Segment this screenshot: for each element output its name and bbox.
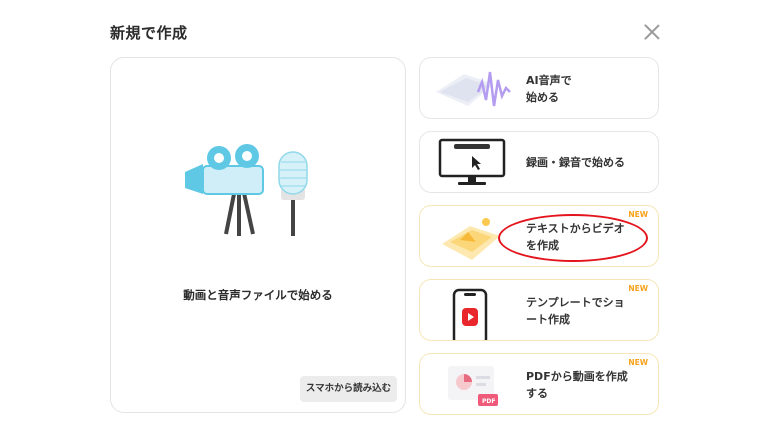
option-shorts-template-label: テンプレートでショ ート作成 xyxy=(526,296,625,326)
dialog-title: 新規で作成 xyxy=(110,24,188,42)
ai-voice-icon xyxy=(434,62,518,120)
option-pdf-to-video[interactable]: PDF PDFから動画を作成 する NEW xyxy=(419,353,659,415)
close-icon[interactable] xyxy=(642,22,662,42)
option-pdf-to-video-label: PDFから動画を作成 する xyxy=(526,370,628,400)
option-ai-voice[interactable]: AI音声で 始める xyxy=(419,57,659,119)
camera-microphone-illustration xyxy=(181,144,341,248)
new-badge: NEW xyxy=(628,358,648,367)
screen-record-icon xyxy=(434,136,518,194)
new-badge: NEW xyxy=(628,284,648,293)
video-audio-card[interactable]: 動画と音声ファイルで始める スマホから読み込む xyxy=(110,57,406,413)
import-from-phone-button[interactable]: スマホから読み込む xyxy=(300,376,397,402)
option-screen-record[interactable]: 録画・録音で始める xyxy=(419,131,659,193)
option-shorts-template[interactable]: テンプレートでショ ート作成 NEW xyxy=(419,279,659,346)
new-badge: NEW xyxy=(628,210,648,219)
option-screen-record-label: 録画・録音で始める xyxy=(526,156,625,169)
option-ai-voice-label: AI音声で 始める xyxy=(526,74,572,104)
pdf-icon: PDF xyxy=(434,358,518,416)
shorts-template-icon xyxy=(434,284,518,346)
highlight-circle xyxy=(498,214,648,262)
video-audio-label: 動画と音声ファイルで始める xyxy=(183,288,333,302)
svg-text:PDF: PDF xyxy=(482,398,495,405)
